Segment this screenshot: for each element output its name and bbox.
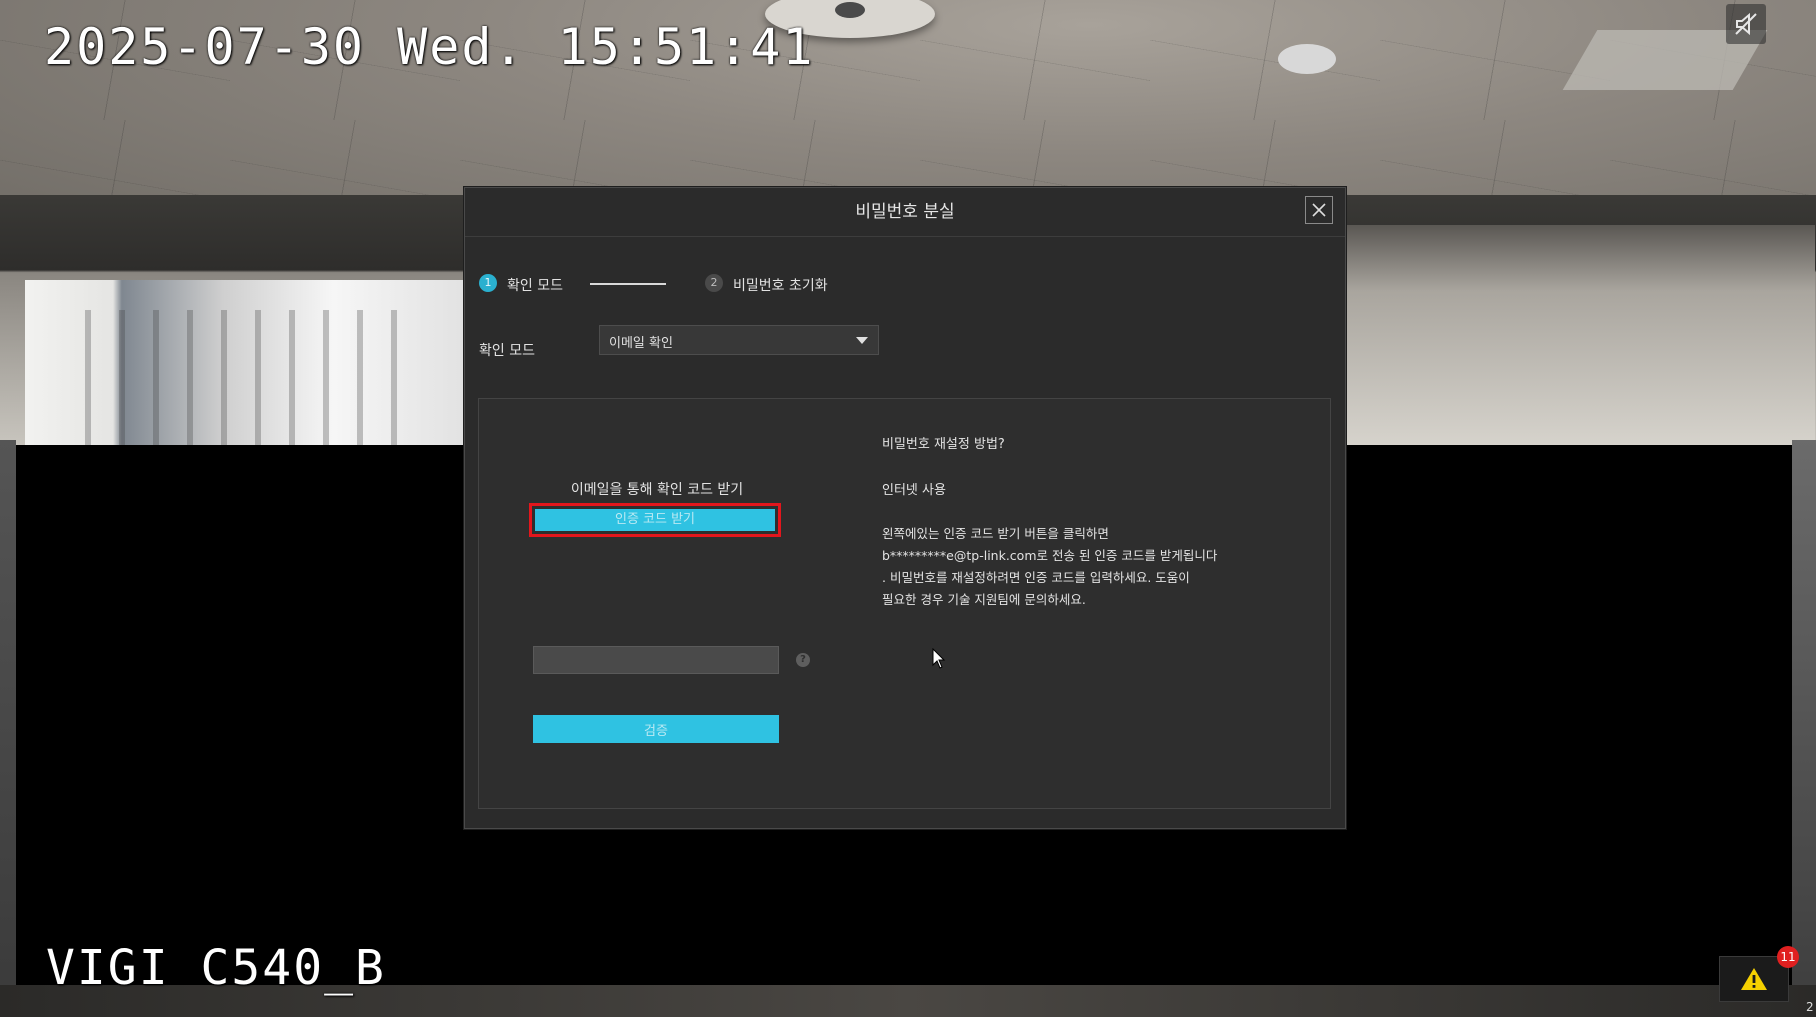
step-2-label: 비밀번호 초기화 bbox=[733, 278, 828, 294]
help-line: 왼쪽에있는 인증 코드 받기 버튼을 클릭하면 bbox=[882, 526, 1109, 541]
verification-mode-select[interactable]: 이메일 확인 bbox=[599, 325, 879, 355]
help-line: b*********e@tp-link.com로 전송 된 인증 코드를 받게됩… bbox=[882, 548, 1218, 563]
help-instructions: 왼쪽에있는 인증 코드 받기 버튼을 클릭하면 b*********e@tp-l… bbox=[882, 523, 1302, 611]
verify-button[interactable]: 검증 bbox=[533, 715, 779, 743]
step-connector bbox=[590, 283, 666, 285]
step-1-number: 1 bbox=[479, 274, 497, 292]
step-1-label: 확인 모드 bbox=[507, 278, 563, 294]
chevron-down-icon bbox=[856, 337, 868, 344]
dialog-title: 비밀번호 분실 bbox=[855, 202, 955, 222]
help-line: . 비밀번호를 재설정하려면 인증 코드를 입력하세요. 도움이 bbox=[882, 570, 1190, 585]
dialog-header: 비밀번호 분실 bbox=[465, 188, 1345, 237]
osd-timestamp: 2025-07-30 Wed. 15:51:41 bbox=[44, 18, 815, 76]
step-2-number: 2 bbox=[705, 274, 723, 292]
verification-mode-value: 이메일 확인 bbox=[609, 336, 673, 351]
warning-triangle-icon bbox=[1741, 968, 1767, 990]
mute-button[interactable] bbox=[1726, 4, 1766, 44]
get-code-highlight: 인증 코드 받기 bbox=[529, 503, 781, 537]
verification-mode-label: 확인 모드 bbox=[479, 343, 535, 359]
help-title: 비밀번호 재설정 방법? bbox=[882, 437, 1005, 452]
floor-left bbox=[0, 440, 16, 1017]
speaker-muted-icon bbox=[1735, 12, 1757, 36]
verification-panel: 이메일을 통해 확인 코드 받기 인증 코드 받기 ? 검증 비밀번호 재설정 … bbox=[478, 398, 1331, 809]
smoke-detector bbox=[1278, 44, 1336, 74]
help-subtitle: 인터넷 사용 bbox=[882, 483, 946, 498]
close-icon bbox=[1312, 203, 1326, 217]
email-code-caption: 이메일을 통해 확인 코드 받기 bbox=[570, 482, 744, 498]
window-right bbox=[1345, 225, 1815, 445]
get-verification-code-button[interactable]: 인증 코드 받기 bbox=[535, 509, 775, 531]
window-left bbox=[25, 280, 465, 445]
forgot-password-dialog: 비밀번호 분실 1 확인 모드 2 비밀번호 초기화 확인 모드 이메일 확인 … bbox=[464, 187, 1346, 829]
corner-label: 2 bbox=[1806, 1000, 1814, 1014]
mouse-cursor-icon bbox=[932, 648, 946, 669]
question-icon[interactable]: ? bbox=[796, 653, 810, 667]
floor-right bbox=[1792, 440, 1816, 1017]
close-button[interactable] bbox=[1305, 196, 1333, 224]
camera-live-view: 2025-07-30 Wed. 15:51:41 VIGI C540_B 11 … bbox=[0, 0, 1816, 1017]
help-line: 필요한 경우 기술 지원팀에 문의하세요. bbox=[882, 592, 1086, 607]
osd-camera-name: VIGI C540_B bbox=[46, 940, 386, 996]
verification-code-input[interactable] bbox=[533, 646, 779, 674]
alarm-count-badge: 11 bbox=[1777, 946, 1799, 968]
